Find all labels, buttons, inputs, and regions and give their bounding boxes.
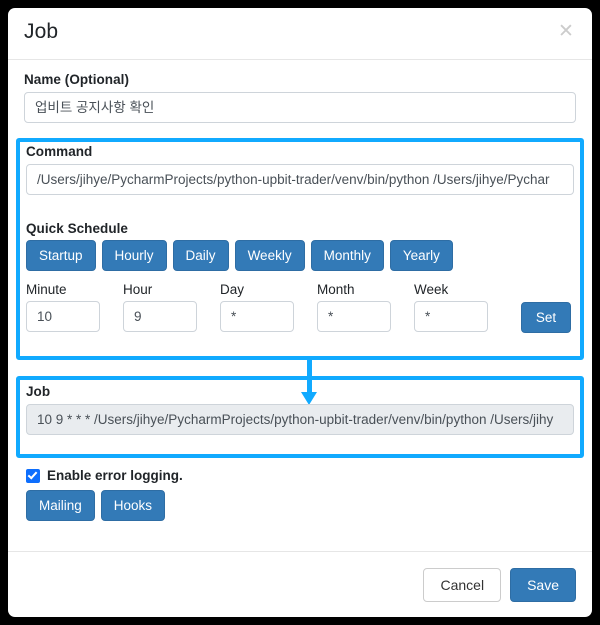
cron-week-label: Week — [414, 282, 449, 297]
cron-field-week: Week * — [414, 282, 488, 332]
minute-input[interactable]: 10 — [26, 301, 100, 332]
name-label: Name (Optional) — [24, 72, 130, 87]
close-icon[interactable]: ✕ — [556, 22, 576, 42]
cancel-button[interactable]: Cancel — [423, 568, 502, 602]
job-output-input[interactable]: 10 9 * * * /Users/jihye/PycharmProjects/… — [26, 404, 574, 435]
cron-hour-label: Hour — [123, 282, 153, 297]
quick-schedule-weekly-button[interactable]: Weekly — [234, 240, 305, 271]
job-modal: Job ✕ Name (Optional) 업비트 공지사항 확인 Comman… — [8, 8, 592, 617]
enable-error-logging-label: Enable error logging. — [47, 468, 183, 483]
set-button[interactable]: Set — [521, 302, 571, 333]
mailing-button[interactable]: Mailing — [26, 490, 95, 521]
save-button[interactable]: Save — [510, 568, 576, 602]
hour-input[interactable]: 9 — [123, 301, 197, 332]
logging-buttons: Mailing Hooks — [26, 490, 166, 521]
name-input[interactable]: 업비트 공지사항 확인 — [24, 92, 576, 123]
quick-schedule-startup-button[interactable]: Startup — [26, 240, 96, 271]
week-input[interactable]: * — [414, 301, 488, 332]
cron-month-label: Month — [317, 282, 355, 297]
quick-schedule-yearly-button[interactable]: Yearly — [389, 240, 453, 271]
quick-schedule-buttons: Startup Hourly Daily Weekly Monthly Year… — [26, 240, 453, 271]
hooks-button[interactable]: Hooks — [100, 490, 166, 521]
modal-footer: Cancel Save — [8, 551, 592, 617]
flow-arrow-stem — [307, 360, 312, 396]
quick-schedule-hourly-button[interactable]: Hourly — [101, 240, 167, 271]
cron-field-hour: Hour 9 — [123, 282, 197, 332]
cron-field-month: Month * — [317, 282, 391, 332]
enable-error-logging-row[interactable]: Enable error logging. — [26, 468, 183, 483]
cron-minute-label: Minute — [26, 282, 67, 297]
modal-header: Job ✕ — [8, 8, 592, 60]
page-title: Job — [24, 20, 59, 43]
footer-buttons: Cancel Save — [423, 568, 576, 602]
job-output-label: Job — [26, 384, 51, 399]
quick-schedule-label: Quick Schedule — [26, 221, 128, 236]
cron-field-day: Day * — [220, 282, 294, 332]
day-input[interactable]: * — [220, 301, 294, 332]
enable-error-logging-checkbox[interactable] — [26, 468, 40, 483]
cron-day-label: Day — [220, 282, 245, 297]
month-input[interactable]: * — [317, 301, 391, 332]
quick-schedule-daily-button[interactable]: Daily — [172, 240, 229, 271]
command-label: Command — [26, 144, 93, 159]
quick-schedule-monthly-button[interactable]: Monthly — [310, 240, 384, 271]
command-input[interactable]: /Users/jihye/PycharmProjects/python-upbi… — [26, 164, 574, 195]
cron-field-minute: Minute 10 — [26, 282, 100, 332]
modal-body: Name (Optional) 업비트 공지사항 확인 Command /Use… — [8, 60, 592, 550]
